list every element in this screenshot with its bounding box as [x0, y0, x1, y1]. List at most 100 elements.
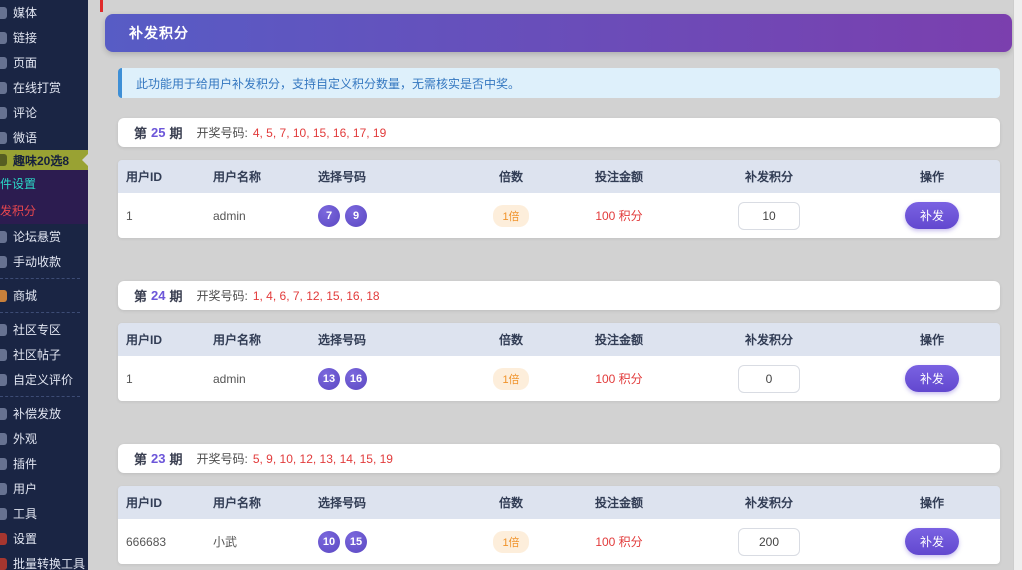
draw-numbers-label: 开奖号码:	[197, 287, 248, 304]
sidebar-item[interactable]: 在线打赏	[0, 75, 88, 100]
media-icon	[0, 7, 7, 19]
period-header: 第 25 期 开奖号码: 4, 5, 7, 10, 15, 16, 17, 19	[118, 118, 1000, 147]
scrollbar-track[interactable]	[1013, 0, 1022, 570]
selected-numbers-cell: 1316	[318, 368, 458, 390]
period-prefix: 第	[134, 286, 147, 305]
sidebar-item[interactable]: 商城	[0, 283, 88, 308]
column-header-multiplier: 倍数	[458, 494, 564, 511]
column-header-action: 操作	[864, 168, 1000, 185]
period-number: 25	[151, 125, 165, 140]
sidebar-item-label: 链接	[13, 29, 37, 46]
links-icon	[0, 32, 7, 44]
sidebar-item[interactable]: 插件	[0, 451, 88, 476]
column-header-selected-numbers: 选择号码	[318, 168, 458, 185]
sidebar-item[interactable]: 社区帖子	[0, 342, 88, 367]
draw-numbers-label: 开奖号码:	[197, 124, 248, 141]
tools-icon	[0, 508, 7, 520]
sidebar-item[interactable]: 批量转换工具	[0, 551, 88, 570]
selected-numbers-cell: 1015	[318, 531, 458, 553]
number-ball: 13	[318, 368, 340, 390]
sidebar-item[interactable]: 件设置	[0, 170, 88, 197]
manual-payment-icon	[0, 256, 7, 268]
column-header-bet-amount: 投注金额	[564, 494, 674, 511]
notice-box: 此功能用于给用户补发积分，支持自定义积分数量，无需核实是否中奖。	[118, 68, 1000, 98]
sidebar-item-label: 插件	[13, 455, 37, 472]
sidebar-item-label: 用户	[13, 480, 37, 497]
column-header-reissue-points: 补发积分	[674, 168, 864, 185]
sidebar-item[interactable]: 工具	[0, 501, 88, 526]
period-suffix: 期	[169, 449, 182, 468]
periods-container: 第 25 期 开奖号码: 4, 5, 7, 10, 15, 16, 17, 19…	[118, 118, 1000, 564]
column-header-username: 用户名称	[213, 494, 318, 511]
sidebar-item[interactable]: 趣味20选8	[0, 150, 88, 170]
sidebar-item-label: 补偿发放	[13, 405, 61, 422]
period-prefix: 第	[134, 123, 147, 142]
sidebar-item[interactable]: 微语	[0, 125, 88, 150]
sidebar-item[interactable]: 页面	[0, 50, 88, 75]
sidebar-item-label: 手动收款	[13, 253, 61, 270]
points-input[interactable]	[738, 202, 800, 230]
number-ball: 15	[345, 531, 367, 553]
period-section: 第 23 期 开奖号码: 5, 9, 10, 12, 13, 14, 15, 1…	[118, 444, 1000, 564]
content-area: 此功能用于给用户补发积分，支持自定义积分数量，无需核实是否中奖。 第 25 期 …	[118, 68, 1000, 564]
sidebar-item-label: 微语	[13, 129, 37, 146]
period-prefix: 第	[134, 449, 147, 468]
settings-icon	[0, 533, 7, 545]
red-marker	[100, 0, 103, 12]
sidebar-item[interactable]: 外观	[0, 426, 88, 451]
sidebar-item-label: 趣味20选8	[13, 152, 69, 169]
points-input[interactable]	[738, 365, 800, 393]
appearance-icon	[0, 433, 7, 445]
reissue-button[interactable]: 补发	[905, 528, 959, 555]
sidebar-item-label: 件设置	[0, 175, 36, 192]
sidebar-item[interactable]: 评论	[0, 100, 88, 125]
sidebar-item-label: 发积分	[0, 202, 36, 219]
number-ball: 7	[318, 205, 340, 227]
sidebar-item[interactable]: 设置	[0, 526, 88, 551]
sidebar-item[interactable]: 社区专区	[0, 317, 88, 342]
sidebar-item[interactable]: 手动收款	[0, 249, 88, 274]
compensation-icon	[0, 408, 7, 420]
column-header-user-id: 用户ID	[118, 494, 213, 511]
sidebar-item[interactable]: 补偿发放	[0, 401, 88, 426]
user-id-cell: 1	[118, 209, 213, 223]
custom-review-icon	[0, 374, 7, 386]
points-input[interactable]	[738, 528, 800, 556]
forum-bounty-icon	[0, 231, 7, 243]
main-content: 补发积分 此功能用于给用户补发积分，支持自定义积分数量，无需核实是否中奖。 第 …	[88, 0, 1022, 570]
period-header: 第 23 期 开奖号码: 5, 9, 10, 12, 13, 14, 15, 1…	[118, 444, 1000, 473]
sidebar-item[interactable]: 链接	[0, 25, 88, 50]
bets-table: 用户ID 用户名称 选择号码 倍数 投注金额 补发积分 操作 1 admin 7…	[118, 160, 1000, 238]
sidebar-item-label: 媒体	[13, 4, 37, 21]
sidebar-item-label: 商城	[13, 287, 37, 304]
table-header-row: 用户ID 用户名称 选择号码 倍数 投注金额 补发积分 操作	[118, 486, 1000, 519]
sidebar-item[interactable]: 媒体	[0, 0, 88, 25]
sidebar-item-label: 社区专区	[13, 321, 61, 338]
bet-amount-cell: 100 积分	[564, 370, 674, 387]
period-header: 第 24 期 开奖号码: 1, 4, 6, 7, 12, 15, 16, 18	[118, 281, 1000, 310]
page-title: 补发积分	[105, 14, 1012, 52]
column-header-bet-amount: 投注金额	[564, 331, 674, 348]
comments-icon	[0, 107, 7, 119]
bets-table: 用户ID 用户名称 选择号码 倍数 投注金额 补发积分 操作 666683 小武…	[118, 486, 1000, 564]
reissue-button[interactable]: 补发	[905, 365, 959, 392]
draw-numbers-value: 5, 9, 10, 12, 13, 14, 15, 19	[253, 452, 393, 466]
sidebar-item[interactable]: 论坛悬赏	[0, 224, 88, 249]
sidebar-item[interactable]: 自定义评价	[0, 367, 88, 392]
number-ball: 10	[318, 531, 340, 553]
sidebar-item[interactable]: 发积分	[0, 197, 88, 224]
selected-numbers-cell: 79	[318, 205, 458, 227]
sidebar-item-label: 评论	[13, 104, 37, 121]
table-row: 1 admin 1316 1倍 100 积分 补发	[118, 356, 1000, 401]
period-section: 第 24 期 开奖号码: 1, 4, 6, 7, 12, 15, 16, 18 …	[118, 281, 1000, 401]
sidebar-item[interactable]: 用户	[0, 476, 88, 501]
column-header-selected-numbers: 选择号码	[318, 494, 458, 511]
column-header-multiplier: 倍数	[458, 331, 564, 348]
column-header-action: 操作	[864, 494, 1000, 511]
pages-icon	[0, 57, 7, 69]
username-cell: 小武	[213, 533, 318, 550]
reissue-button[interactable]: 补发	[905, 202, 959, 229]
multiplier-badge: 1倍	[493, 368, 528, 390]
draw-numbers-value: 1, 4, 6, 7, 12, 15, 16, 18	[253, 289, 380, 303]
period-suffix: 期	[169, 286, 182, 305]
